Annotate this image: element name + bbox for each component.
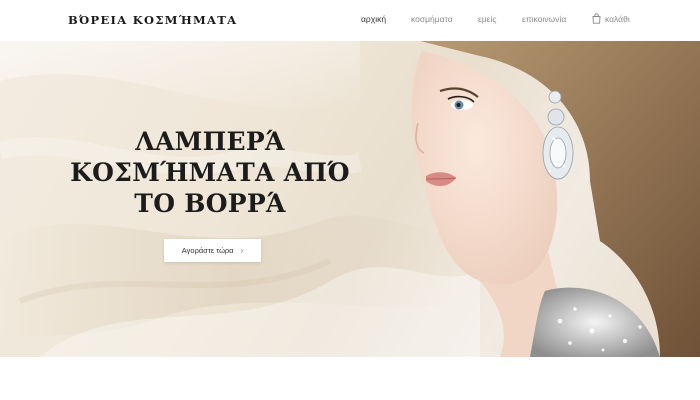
hero-title-line-2: ΚΟΣΜΉΜΑΤΑ ΑΠΌ: [70, 158, 350, 187]
main-nav: αρχική κοσμήματα εμείς επικοινωνία καλάθ…: [0, 13, 700, 28]
cart-label: καλάθι: [605, 13, 630, 24]
hero-title-line-1: ΛΑΜΠΕΡΆ: [135, 127, 285, 156]
nav-jewelry[interactable]: κοσμήματα: [411, 14, 453, 24]
shop-now-label: Αγοράστε τώρα: [181, 246, 234, 255]
model-image: [411, 41, 700, 357]
chevron-right-icon: ›: [240, 246, 244, 255]
hero-title: ΛΑΜΠΕΡΆ ΚΟΣΜΉΜΑΤΑ ΑΠΌ ΤΟ ΒΟΡΡΆ: [60, 126, 360, 219]
nav-cart[interactable]: καλάθι: [592, 13, 630, 24]
shop-now-button[interactable]: Αγοράστε τώρα ›: [164, 239, 261, 262]
hero-title-line-3: ΤΟ ΒΟΡΡΆ: [134, 189, 286, 218]
nav-contact[interactable]: επικοινωνία: [522, 14, 566, 24]
nav-home[interactable]: αρχική: [361, 14, 386, 24]
shopping-bag-icon: [592, 13, 601, 24]
site-header: ΒΌΡΕΙΑ ΚΟΣΜΉΜΑΤΑ αρχική κοσμήματα εμείς …: [0, 0, 700, 41]
nav-about[interactable]: εμείς: [478, 14, 496, 24]
hero-banner: ΛΑΜΠΕΡΆ ΚΟΣΜΉΜΑΤΑ ΑΠΌ ΤΟ ΒΟΡΡΆ Αγοράστε …: [0, 41, 700, 357]
